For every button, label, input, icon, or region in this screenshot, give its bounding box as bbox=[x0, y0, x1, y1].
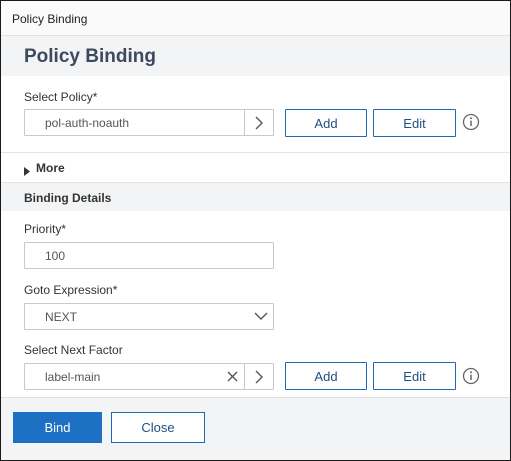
binding-details-title: Binding Details bbox=[24, 191, 112, 205]
binding-details-header: Binding Details bbox=[1, 182, 510, 211]
window-titlebar: Policy Binding bbox=[1, 1, 510, 36]
add-policy-button[interactable]: Add bbox=[285, 109, 367, 137]
goto-expression-label: Goto Expression* bbox=[24, 283, 118, 297]
goto-expression-select[interactable] bbox=[24, 303, 274, 330]
edit-policy-button[interactable]: Edit bbox=[373, 109, 456, 137]
next-factor-field[interactable] bbox=[24, 363, 274, 390]
dialog-footer: Bind Close bbox=[1, 397, 510, 460]
info-icon[interactable] bbox=[462, 113, 480, 136]
select-policy-label: Select Policy* bbox=[24, 90, 98, 104]
select-policy-field[interactable] bbox=[24, 109, 274, 136]
more-label: More bbox=[36, 161, 65, 175]
select-policy-input[interactable] bbox=[25, 110, 244, 135]
chevron-right-icon[interactable] bbox=[245, 110, 273, 135]
priority-field[interactable] bbox=[24, 242, 274, 269]
clear-x-icon[interactable] bbox=[220, 364, 244, 389]
next-factor-label: Select Next Factor bbox=[24, 343, 123, 357]
priority-label: Priority* bbox=[24, 222, 67, 236]
chevron-right-icon[interactable] bbox=[245, 364, 273, 389]
next-factor-input[interactable] bbox=[25, 364, 220, 389]
window-title: Policy Binding bbox=[12, 12, 88, 26]
goto-expression-value[interactable] bbox=[25, 304, 245, 329]
priority-input[interactable] bbox=[25, 243, 273, 268]
bind-button[interactable]: Bind bbox=[13, 412, 102, 443]
edit-next-factor-button[interactable]: Edit bbox=[373, 362, 456, 390]
policy-binding-dialog: Policy Binding Policy Binding Select Pol… bbox=[0, 0, 511, 461]
info-icon[interactable] bbox=[462, 367, 480, 390]
chevron-down-icon[interactable] bbox=[251, 304, 271, 329]
add-next-factor-button[interactable]: Add bbox=[285, 362, 367, 390]
caret-right-icon bbox=[24, 163, 30, 181]
page-title: Policy Binding bbox=[24, 46, 156, 67]
more-expander[interactable]: More bbox=[1, 152, 510, 182]
header-band: Policy Binding bbox=[1, 36, 510, 76]
close-button[interactable]: Close bbox=[111, 412, 205, 443]
